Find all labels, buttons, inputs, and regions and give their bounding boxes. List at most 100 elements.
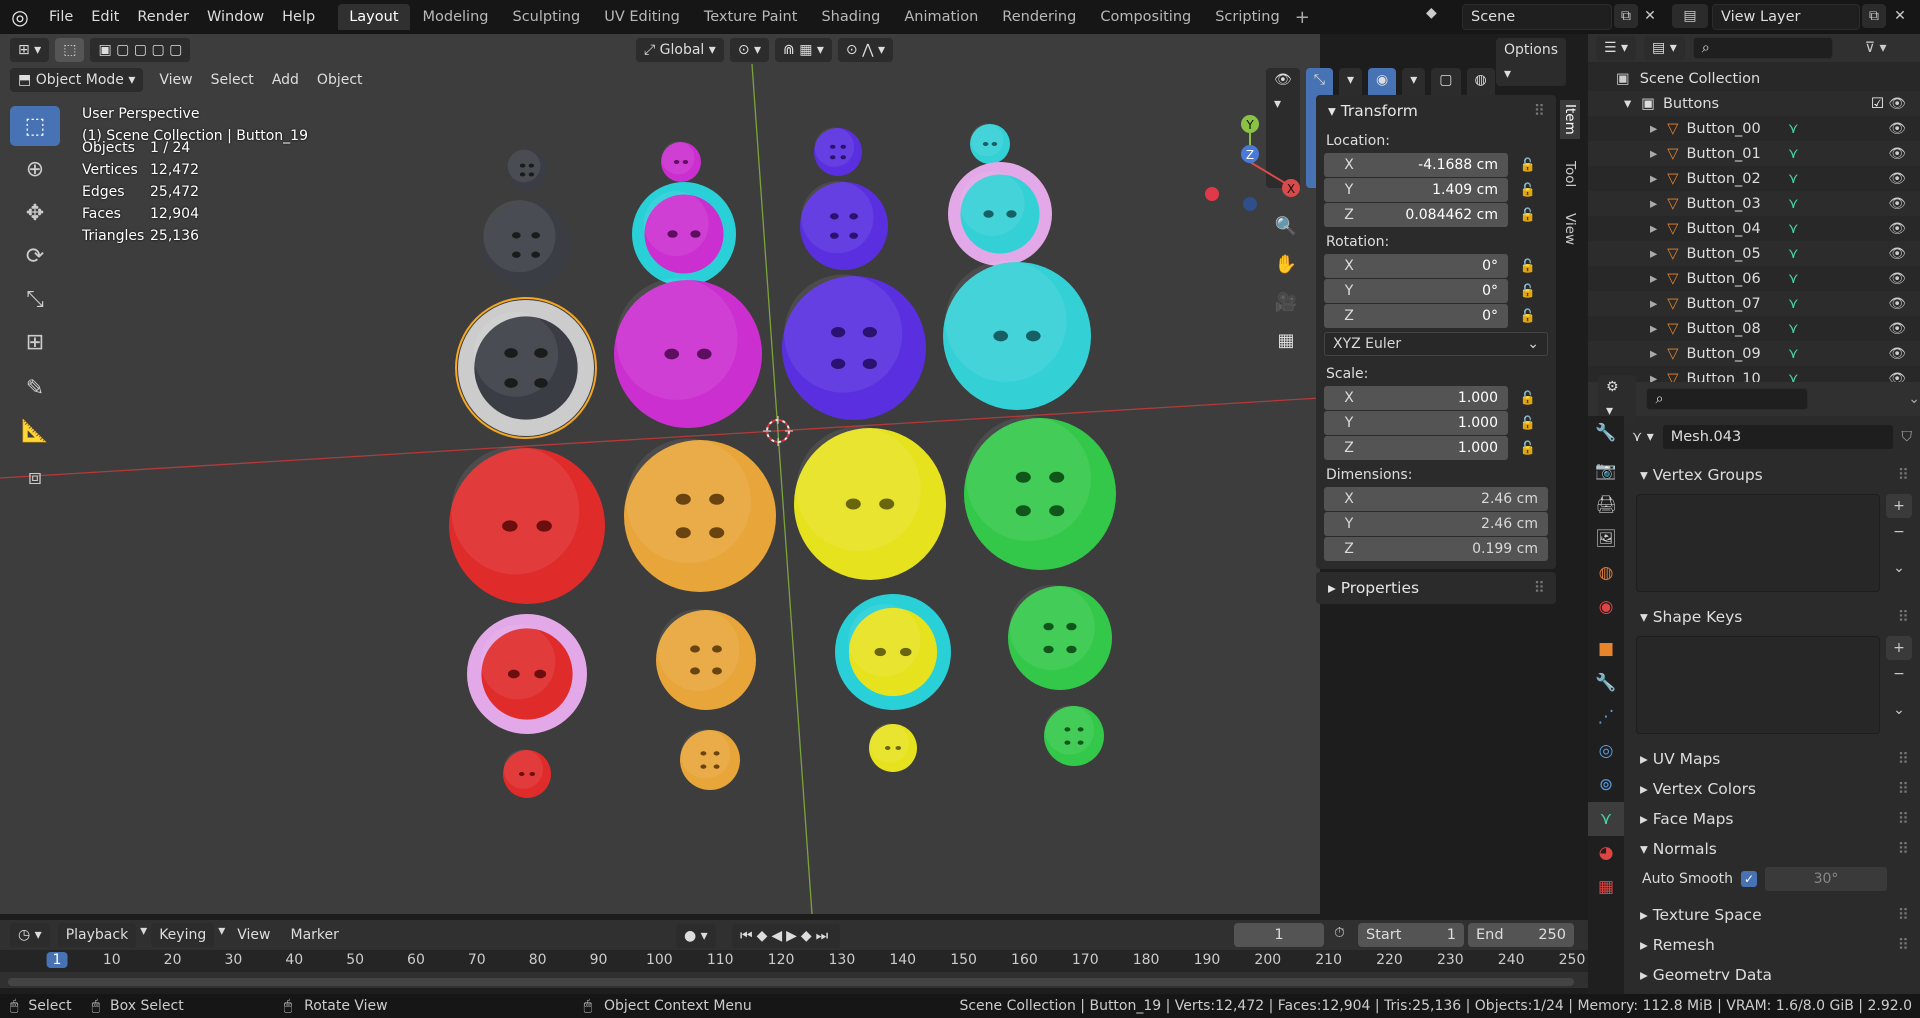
record-icon[interactable]: ● ▾ bbox=[676, 924, 716, 948]
texture-space-header[interactable]: ▸ Texture Space ⠿ bbox=[1628, 900, 1920, 930]
measure-tool-icon[interactable]: 📐 bbox=[10, 411, 60, 451]
expand-icon[interactable]: ▸ bbox=[1650, 346, 1657, 362]
lock-icon[interactable]: 🔓 bbox=[1508, 441, 1548, 456]
viewport-menu-select[interactable]: Select bbox=[203, 68, 262, 92]
snap-icon[interactable]: ⋒ ▦ ▾ bbox=[775, 38, 832, 62]
options-dropdown[interactable]: Options ▾ bbox=[1496, 38, 1567, 86]
expand-icon[interactable]: ▸ bbox=[1650, 321, 1657, 337]
rotation-y-field[interactable]: Y 0° bbox=[1324, 279, 1508, 303]
transform-tool-icon[interactable]: ⊞ bbox=[10, 322, 60, 362]
scene-collection-row[interactable]: ▣ Scene Collection bbox=[1588, 66, 1920, 91]
shape-keys-header[interactable]: ▾ Shape Keys ⠿ bbox=[1628, 602, 1920, 632]
mesh-data-icon[interactable]: ⋎ bbox=[1788, 321, 1799, 337]
eye-icon[interactable]: 👁 bbox=[1888, 346, 1906, 362]
eye-icon[interactable]: 👁 bbox=[1888, 96, 1906, 112]
rotation-x-field[interactable]: X 0° bbox=[1324, 254, 1508, 278]
tab-shading[interactable]: Shading bbox=[810, 4, 891, 30]
view-layer-icon[interactable]: ▤ bbox=[1672, 4, 1708, 28]
new-view-layer-icon[interactable]: ⧉ bbox=[1862, 4, 1886, 28]
tab-layout[interactable]: Layout bbox=[338, 4, 410, 30]
tab-uv-editing[interactable]: UV Editing bbox=[593, 4, 691, 30]
start-frame-field[interactable]: Start 1 bbox=[1358, 923, 1464, 947]
dimensions-x-field[interactable]: X 2.46 cm bbox=[1324, 487, 1548, 511]
scene-tab-icon[interactable]: ◍ bbox=[1588, 556, 1624, 590]
tool-tab-icon[interactable]: 🔧 bbox=[1588, 416, 1624, 450]
sidebar-tab-tool[interactable]: Tool bbox=[1560, 157, 1580, 191]
outliner-item[interactable]: ▸ ▽ Button_04 ⋎ 👁 bbox=[1588, 216, 1920, 241]
menu-edit[interactable]: Edit bbox=[82, 0, 128, 34]
current-frame-field[interactable]: 1 bbox=[1234, 923, 1324, 947]
lock-icon[interactable]: 🔓 bbox=[1508, 259, 1548, 274]
properties-search-input[interactable]: ⌕ bbox=[1646, 388, 1809, 410]
menu-help[interactable]: Help bbox=[273, 0, 324, 34]
tab-scripting[interactable]: Scripting bbox=[1204, 4, 1290, 30]
timeline-menu-keying[interactable]: Keying bbox=[151, 923, 215, 947]
viewport-menu-object[interactable]: Object bbox=[309, 68, 371, 92]
outliner-item[interactable]: ▸ ▽ Button_06 ⋎ 👁 bbox=[1588, 266, 1920, 291]
timeline-menu-playback[interactable]: Playback bbox=[57, 923, 137, 947]
vertex-groups-header[interactable]: ▾ Vertex Groups ⠿ bbox=[1628, 460, 1920, 490]
checkbox-icon[interactable]: ☑ bbox=[1871, 96, 1884, 112]
mesh-data-icon[interactable]: ⋎ bbox=[1788, 296, 1799, 312]
pivot-point-icon[interactable]: ⊙ ▾ bbox=[729, 38, 770, 62]
expand-icon[interactable]: ▸ bbox=[1650, 146, 1657, 162]
remove-scene-icon[interactable]: ✕ bbox=[1640, 4, 1660, 28]
lock-icon[interactable]: 🔓 bbox=[1508, 158, 1548, 173]
chevron-down-icon[interactable]: ⌄ bbox=[1908, 391, 1920, 407]
mesh-data-icon[interactable]: ⋎ bbox=[1788, 171, 1799, 187]
rotation-mode-dropdown[interactable]: XYZ Euler ⌄ bbox=[1324, 332, 1548, 356]
physics-tab-icon[interactable]: ◎ bbox=[1588, 734, 1624, 768]
eye-icon[interactable]: 👁 bbox=[1888, 121, 1906, 137]
add-shape-key-icon[interactable]: + bbox=[1886, 636, 1912, 660]
properties-panel-header[interactable]: ▸ Properties ⠿ bbox=[1316, 572, 1556, 604]
timeline-editor-icon[interactable]: ◷ ▾ bbox=[10, 923, 50, 947]
vertex-group-menu-icon[interactable]: ⌄ bbox=[1886, 556, 1912, 580]
particles-tab-icon[interactable]: ⋰ bbox=[1588, 700, 1624, 734]
end-frame-field[interactable]: End 250 bbox=[1468, 923, 1574, 947]
shape-keys-list[interactable] bbox=[1636, 636, 1880, 734]
3d-viewport[interactable]: ⊞ ▾ ⬚ ▣ ▢ ▢ ▢ ▢ ⤢ Global ▾ ⊙ ▾ ⋒ ▦ ▾ ⊙ ⋀… bbox=[0, 34, 1567, 914]
outliner-item[interactable]: ▸ ▽ Button_00 ⋎ 👁 bbox=[1588, 116, 1920, 141]
menu-file[interactable]: File bbox=[40, 0, 82, 34]
scene-icon[interactable]: ◆ bbox=[1426, 5, 1446, 29]
outliner-item[interactable]: ▸ ▽ Button_05 ⋎ 👁 bbox=[1588, 241, 1920, 266]
scale-z-field[interactable]: Z 1.000 bbox=[1324, 436, 1508, 460]
mesh-data-tab-icon[interactable]: ⋎ bbox=[1588, 802, 1624, 836]
select-box-tool-icon[interactable]: ⬚ bbox=[10, 106, 60, 146]
navigation-gizmo[interactable]: Y X Z bbox=[1196, 104, 1306, 214]
mesh-data-icon[interactable]: ⋎ bbox=[1788, 146, 1799, 162]
mesh-data-icon[interactable]: ⋎ bbox=[1788, 196, 1799, 212]
blender-logo-icon[interactable]: ◎ bbox=[0, 0, 40, 34]
timeline-scrollbar[interactable] bbox=[8, 978, 1574, 986]
expand-icon[interactable]: ▾ bbox=[1624, 96, 1631, 112]
box-select-modes[interactable]: ▣ ▢ ▢ ▢ ▢ bbox=[90, 38, 191, 62]
vertex-colors-header[interactable]: ▸ Vertex Colors ⠿ bbox=[1628, 774, 1920, 804]
lock-icon[interactable]: 🔓 bbox=[1508, 391, 1548, 406]
stopwatch-icon[interactable]: ⏱ bbox=[1334, 925, 1345, 941]
dimensions-z-field[interactable]: Z 0.199 cm bbox=[1324, 537, 1548, 561]
outliner-item[interactable]: ▸ ▽ Button_03 ⋎ 👁 bbox=[1588, 191, 1920, 216]
eye-icon[interactable]: 👁 bbox=[1888, 321, 1906, 337]
sidebar-tab-view[interactable]: View bbox=[1560, 209, 1580, 249]
display-mode-icon[interactable]: ▤ ▾ bbox=[1644, 36, 1685, 60]
frame-ruler[interactable]: 1 10 20 30 40 50 60 70 80 90 100 110 120 130 140 150 160… bbox=[0, 950, 1588, 972]
add-cube-tool-icon[interactable]: ⧈ bbox=[10, 457, 60, 497]
tab-modeling[interactable]: Modeling bbox=[412, 4, 500, 30]
modifier-tab-icon[interactable]: 🔧 bbox=[1588, 666, 1624, 700]
object-tab-icon[interactable]: ■ bbox=[1588, 632, 1624, 666]
texture-tab-icon[interactable]: ▦ bbox=[1588, 870, 1624, 904]
mesh-data-icon[interactable]: ⋎ bbox=[1788, 271, 1799, 287]
scene-selector[interactable]: Scene bbox=[1462, 4, 1612, 30]
eye-icon[interactable]: 👁 bbox=[1888, 171, 1906, 187]
location-x-field[interactable]: X -4.1688 cm bbox=[1324, 153, 1508, 177]
mesh-data-icon[interactable]: ⋎ bbox=[1788, 346, 1799, 362]
mode-selector[interactable]: ⬒ Object Mode ▾ bbox=[10, 68, 144, 92]
shape-key-menu-icon[interactable]: ⌄ bbox=[1886, 698, 1912, 722]
add-workspace-icon[interactable]: + bbox=[1295, 7, 1310, 28]
vertex-groups-list[interactable] bbox=[1636, 494, 1880, 592]
expand-icon[interactable]: ▸ bbox=[1650, 171, 1657, 187]
expand-icon[interactable]: ▸ bbox=[1650, 196, 1657, 212]
lock-icon[interactable]: 🔓 bbox=[1508, 309, 1548, 324]
remove-vertex-group-icon[interactable]: − bbox=[1886, 520, 1912, 544]
eye-icon[interactable]: 👁 bbox=[1888, 196, 1906, 212]
